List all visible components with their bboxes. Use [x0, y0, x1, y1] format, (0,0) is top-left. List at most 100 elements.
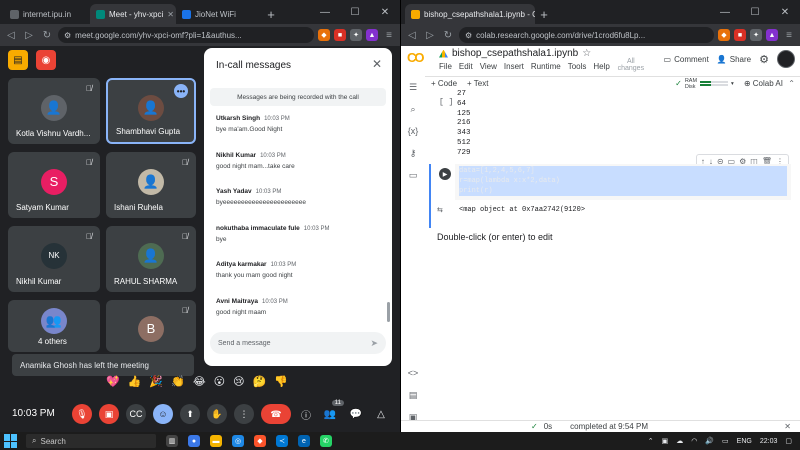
- task-view-icon[interactable]: ▥: [166, 435, 178, 447]
- participant-tile[interactable]: B 🎙̸: [106, 300, 196, 352]
- heart-reaction-icon[interactable]: 💖: [106, 375, 120, 388]
- star-icon[interactable]: ☆: [582, 48, 591, 59]
- code-cell[interactable]: ▶ ↑ ↓ ⊝ ▭ ⚙ ◫ 🗑 ⋮ data=[1,2,4,5,6,7] r=m…: [429, 154, 793, 228]
- chat-icon[interactable]: 💬: [348, 406, 364, 422]
- menu-runtime[interactable]: Runtime: [531, 62, 561, 72]
- run-cell-icon[interactable]: ▶: [439, 168, 451, 180]
- notebook-title[interactable]: bishop_csepathshala1.ipynb: [452, 48, 578, 59]
- command-palette-icon[interactable]: ▤: [409, 384, 418, 406]
- cell-run-bracket[interactable]: [ ]: [439, 98, 453, 107]
- output-actions-icon[interactable]: ⇆: [437, 206, 443, 214]
- add-text-button[interactable]: + Text: [467, 79, 488, 88]
- menu-icon[interactable]: ≡: [382, 28, 396, 42]
- camera-icon[interactable]: ▣: [662, 437, 669, 445]
- participant-tile[interactable]: S 🎙̸ Satyam Kumar: [8, 152, 100, 218]
- emoji-icon[interactable]: ☺: [153, 404, 173, 424]
- close-tab-icon[interactable]: ✕: [167, 10, 174, 19]
- forward-icon[interactable]: ▷: [22, 28, 36, 42]
- ram-disk-indicator[interactable]: ✓ RAM Disk ▾: [675, 78, 734, 90]
- code-editor[interactable]: data=[1,2,4,5,6,7] r=map(lambda x:x*2,da…: [455, 164, 791, 200]
- code-line[interactable]: r=map(lambda x:x*2,data): [459, 176, 787, 186]
- thumbs-up-reaction-icon[interactable]: 👍: [128, 375, 142, 388]
- wifi-icon[interactable]: ◠: [691, 437, 697, 445]
- new-tab-icon[interactable]: +: [262, 4, 280, 24]
- minimize-icon[interactable]: —: [710, 0, 740, 24]
- variables-icon[interactable]: {x}: [408, 120, 419, 142]
- language-indicator[interactable]: ENG: [737, 438, 752, 445]
- tab-colab[interactable]: bishop_csepathshala1.ipynb - Co ✕: [405, 4, 535, 24]
- participant-tile-others[interactable]: 👥 4 others: [8, 300, 100, 352]
- menu-insert[interactable]: Insert: [504, 62, 524, 72]
- people-icon[interactable]: 👥 11: [322, 400, 344, 422]
- chrome-icon[interactable]: ◎: [232, 435, 244, 447]
- extension-icon[interactable]: ■: [734, 29, 746, 41]
- site-info-icon[interactable]: ⚙: [465, 31, 472, 40]
- add-code-button[interactable]: + Code: [431, 79, 457, 88]
- files-folder-icon[interactable]: ▭: [409, 164, 418, 186]
- site-info-icon[interactable]: ⚙: [64, 31, 71, 40]
- close-window-icon[interactable]: ✕: [370, 0, 400, 24]
- activities-icon[interactable]: △: [373, 406, 389, 422]
- colab-logo-icon[interactable]: CO: [407, 50, 424, 65]
- raise-hand-icon[interactable]: ✋: [207, 404, 227, 424]
- extensions-puzzle-icon[interactable]: ✦: [350, 29, 362, 41]
- menu-icon[interactable]: ≡: [782, 28, 796, 42]
- forward-icon[interactable]: ▷: [423, 28, 437, 42]
- new-tab-icon[interactable]: +: [535, 4, 553, 24]
- meeting-info-icon[interactable]: ⓘ: [298, 406, 314, 422]
- brave-shield-icon[interactable]: ◆: [718, 29, 730, 41]
- participant-tile[interactable]: 👤 🎙̸ Kotla Vishnu Vardh...: [8, 78, 100, 144]
- battery-icon[interactable]: ▭: [722, 437, 729, 445]
- wallet-icon[interactable]: ▲: [366, 29, 378, 41]
- mic-toggle-icon[interactable]: 🎙: [72, 404, 92, 424]
- captions-icon[interactable]: CC: [126, 404, 146, 424]
- maximize-icon[interactable]: ☐: [340, 0, 370, 24]
- close-window-icon[interactable]: ✕: [770, 0, 800, 24]
- vscode-icon[interactable]: ≺: [276, 435, 288, 447]
- comment-button[interactable]: ▭ Comment: [664, 55, 709, 64]
- code-line[interactable]: print(r): [459, 186, 787, 196]
- back-icon[interactable]: ◁: [405, 28, 419, 42]
- close-icon[interactable]: ✕: [372, 57, 382, 71]
- participant-tile[interactable]: 👤 🎙̸ Ishani Ruhela: [106, 152, 196, 218]
- more-options-icon[interactable]: •••: [174, 84, 188, 98]
- send-icon[interactable]: ➤: [370, 338, 378, 349]
- tab-jionet[interactable]: JioNet WiFi: [176, 4, 262, 24]
- chevron-up-icon[interactable]: ⌃: [788, 79, 795, 88]
- thinking-reaction-icon[interactable]: 🤔: [253, 375, 267, 388]
- menu-view[interactable]: View: [480, 62, 497, 72]
- colab-ai-button[interactable]: ⊕ Colab AI: [744, 79, 783, 88]
- avatar[interactable]: [777, 50, 795, 68]
- share-button[interactable]: 👤 Share: [717, 55, 751, 64]
- chevron-down-icon[interactable]: ▾: [731, 81, 734, 87]
- address-bar[interactable]: ⚙ meet.google.com/yhv-xpci-omf?pli=1&aut…: [58, 27, 314, 43]
- reload-icon[interactable]: ↻: [40, 28, 54, 42]
- code-snippets-icon[interactable]: <>: [408, 362, 419, 384]
- save-status[interactable]: All changes: [617, 58, 645, 72]
- menu-file[interactable]: File: [439, 62, 452, 72]
- volume-icon[interactable]: 🔊: [705, 437, 714, 445]
- recording-icon[interactable]: ◉: [36, 50, 56, 70]
- chat-scrollbar[interactable]: [387, 302, 390, 322]
- close-icon[interactable]: ✕: [784, 422, 791, 431]
- leave-call-button[interactable]: ☎: [261, 404, 291, 424]
- party-reaction-icon[interactable]: 🎉: [149, 375, 163, 388]
- present-icon[interactable]: ⬆: [180, 404, 200, 424]
- gear-icon[interactable]: ⚙: [759, 53, 769, 66]
- menu-edit[interactable]: Edit: [459, 62, 473, 72]
- brave-icon[interactable]: ◆: [254, 435, 266, 447]
- wallet-icon[interactable]: ▲: [766, 29, 778, 41]
- edge-icon[interactable]: e: [298, 435, 310, 447]
- secrets-key-icon[interactable]: ⚷: [410, 142, 417, 164]
- tab-meet[interactable]: Meet - yhv-xpci ✕: [90, 4, 176, 24]
- menu-help[interactable]: Help: [593, 62, 609, 72]
- windows-start-icon[interactable]: [4, 434, 18, 448]
- file-explorer-icon[interactable]: ▬: [210, 435, 222, 447]
- sad-reaction-icon[interactable]: 😢: [233, 375, 244, 388]
- clap-reaction-icon[interactable]: 👏: [171, 375, 185, 388]
- whiteboard-icon[interactable]: ▤: [8, 50, 28, 70]
- laugh-reaction-icon[interactable]: 😂: [193, 375, 206, 388]
- tab-internet-ipu[interactable]: internet.ipu.in: [4, 4, 90, 24]
- participant-tile[interactable]: 👤 ••• Shambhavi Gupta: [106, 78, 196, 144]
- code-line[interactable]: data=[1,2,4,5,6,7]: [459, 166, 787, 176]
